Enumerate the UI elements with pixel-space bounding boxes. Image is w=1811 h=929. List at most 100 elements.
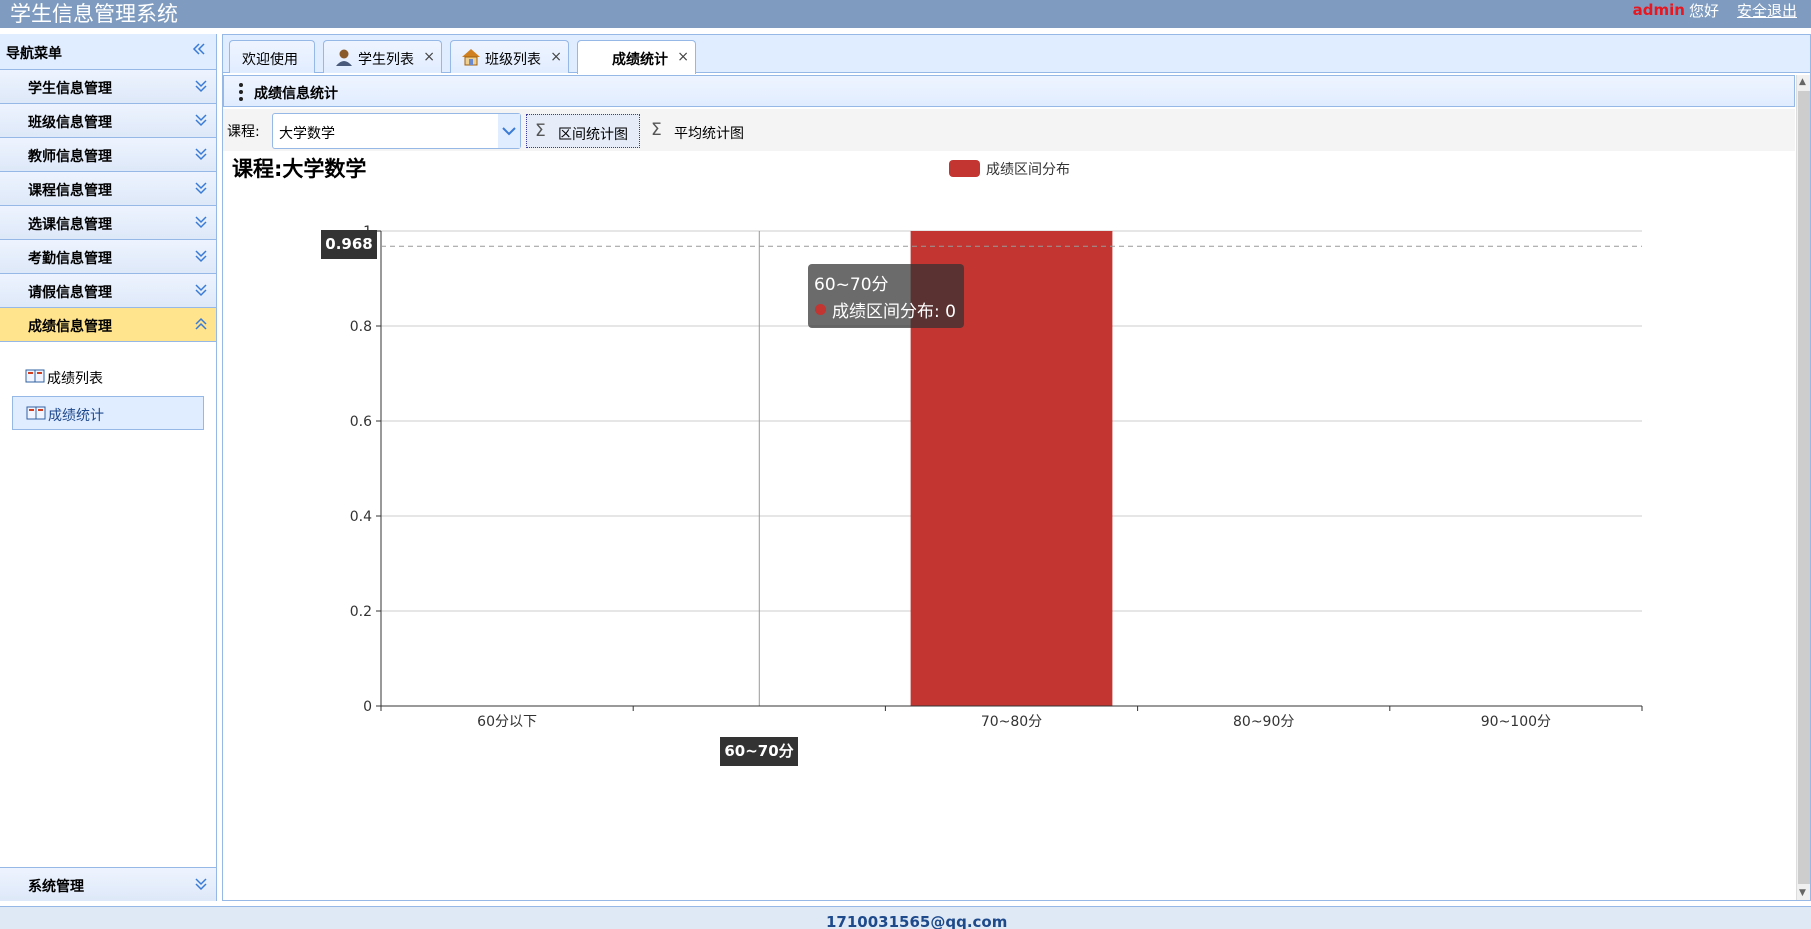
submenu-item-label: 成绩统计 — [48, 408, 104, 424]
sidebar-item-selection[interactable]: 选课信息管理 — [0, 206, 216, 240]
sidebar-item-label: 考勤信息管理 — [28, 251, 112, 267]
logout-link[interactable]: 安全退出 — [1737, 0, 1797, 21]
house-icon — [462, 49, 480, 66]
sigma-icon: Σ — [651, 120, 662, 140]
open-book-icon — [26, 406, 46, 420]
x-tick-label: 70~80分 — [981, 714, 1042, 730]
y-tick-label: 0.4 — [350, 509, 372, 525]
scroll-down-arrow-icon[interactable]: ▼ — [1799, 888, 1806, 898]
legend-label: 成绩区间分布 — [986, 162, 1070, 178]
chevron-double-down-icon — [195, 250, 207, 263]
footer-text: 1710031565@qq.com — [826, 913, 1008, 929]
chevron-double-down-icon — [195, 878, 207, 891]
tab-label: 成绩统计 — [612, 52, 668, 68]
sidebar-item-label: 学生信息管理 — [28, 81, 112, 97]
button-label: 区间统计图 — [558, 127, 628, 143]
tooltip-series-value: 0 — [945, 302, 956, 322]
score-submenu: 成绩列表 成绩统计 — [0, 342, 216, 871]
sigma-icon: Σ — [535, 121, 546, 141]
y-tick-label: 0.8 — [350, 319, 372, 335]
sidebar-item-label: 系统管理 — [28, 879, 84, 895]
y-tick-label: 0.6 — [350, 414, 372, 430]
average-chart-button[interactable]: Σ 平均统计图 — [643, 114, 757, 148]
chevron-double-down-icon — [195, 182, 207, 195]
chevron-double-down-icon — [195, 284, 207, 297]
sidebar: 导航菜单 学生信息管理 班级信息管理 教师信息管理 课程信息管理 选课信息管理 … — [0, 34, 217, 901]
chart-tooltip: 60~70分 成绩区间分布: 0 — [808, 264, 964, 328]
sidebar-item-student[interactable]: 学生信息管理 — [0, 70, 216, 104]
axis-pointer-x-label: 60~70分 — [720, 737, 798, 766]
course-select[interactable]: 大学数学 — [272, 113, 521, 149]
sidebar-header: 导航菜单 — [0, 34, 216, 70]
sidebar-item-label: 班级信息管理 — [28, 115, 112, 131]
sidebar-item-teacher[interactable]: 教师信息管理 — [0, 138, 216, 172]
chart-area: 00.20.40.60.8160分以下70~80分80~90分90~100分 课… — [223, 151, 1795, 900]
tab-student-list[interactable]: 学生列表 × — [323, 40, 442, 73]
sidebar-item-system[interactable]: 系统管理 — [0, 867, 216, 901]
y-tick-label: 0 — [363, 699, 372, 715]
scroll-up-arrow-icon[interactable]: ▲ — [1799, 77, 1806, 87]
open-book-icon — [25, 369, 45, 383]
close-icon[interactable]: × — [423, 49, 435, 65]
x-tick-label: 90~100分 — [1481, 714, 1551, 730]
sidebar-item-leave[interactable]: 请假信息管理 — [0, 274, 216, 308]
top-header: 学生信息管理系统 admin 您好 安全退出 — [0, 0, 1811, 28]
course-label: 课程: — [227, 124, 260, 140]
user-name: admin — [1632, 1, 1685, 19]
chevron-down-icon — [502, 127, 516, 136]
chevron-double-up-icon — [195, 317, 207, 330]
sidebar-item-label: 成绩信息管理 — [28, 319, 112, 335]
course-select-value: 大学数学 — [279, 126, 335, 142]
scroll-thumb[interactable] — [1798, 91, 1810, 884]
panel-title: 成绩信息统计 — [254, 86, 338, 102]
sidebar-item-label: 课程信息管理 — [28, 183, 112, 199]
sidebar-item-class[interactable]: 班级信息管理 — [0, 104, 216, 138]
app-title: 学生信息管理系统 — [10, 2, 178, 26]
tab-welcome[interactable]: 欢迎使用 — [229, 40, 315, 73]
close-icon[interactable]: × — [550, 49, 562, 65]
y-tick-label: 0.2 — [350, 604, 372, 620]
chart-title: 课程:大学数学 — [232, 157, 367, 181]
submenu-item-score-list[interactable]: 成绩列表 — [12, 360, 204, 394]
x-tick-label: 60分以下 — [477, 714, 537, 730]
tooltip-series-dot — [815, 304, 826, 315]
tab-score-stats[interactable]: 成绩统计 × — [577, 40, 696, 74]
user-icon — [336, 49, 352, 66]
tab-label: 欢迎使用 — [242, 52, 298, 68]
more-vertical-icon — [239, 83, 243, 101]
submenu-item-label: 成绩列表 — [47, 371, 103, 387]
tab-bar: 欢迎使用 学生列表 × 班级列表 × 成绩统计 × — [223, 35, 1810, 74]
axis-pointer-y-label: 0.968 — [321, 230, 377, 259]
tab-label: 班级列表 — [485, 52, 541, 68]
user-area: admin 您好 安全退出 — [1633, 0, 1797, 20]
bar-chart: 00.20.40.60.8160分以下70~80分80~90分90~100分 — [350, 224, 1643, 730]
main-content: 欢迎使用 学生列表 × 班级列表 × 成绩统计 × 成绩信息统计 课程: 大学数… — [222, 34, 1811, 901]
sidebar-item-label: 选课信息管理 — [28, 217, 112, 233]
tooltip-series-name: 成绩区间分布 — [832, 302, 934, 322]
sidebar-item-attendance[interactable]: 考勤信息管理 — [0, 240, 216, 274]
chevron-double-down-icon — [195, 216, 207, 229]
button-label: 平均统计图 — [674, 126, 744, 142]
sidebar-item-label: 请假信息管理 — [28, 285, 112, 301]
tab-label: 学生列表 — [358, 52, 414, 68]
sidebar-item-score[interactable]: 成绩信息管理 — [0, 308, 216, 342]
collapse-left-icon[interactable] — [192, 42, 206, 56]
tooltip-title: 60~70分 — [814, 275, 889, 295]
greeting-text: 您好 — [1688, 1, 1719, 20]
sidebar-title: 导航菜单 — [6, 46, 62, 62]
dropdown-arrow[interactable] — [498, 114, 520, 148]
sidebar-item-label: 教师信息管理 — [28, 149, 112, 165]
interval-chart-button[interactable]: Σ 区间统计图 — [526, 114, 640, 148]
tooltip-value: 成绩区间分布: 0 — [832, 302, 956, 322]
chevron-double-down-icon — [195, 148, 207, 161]
chevron-double-down-icon — [195, 114, 207, 127]
toolbar: 课程: 大学数学 Σ 区间统计图 Σ 平均统计图 — [223, 109, 1795, 151]
sidebar-item-course[interactable]: 课程信息管理 — [0, 172, 216, 206]
tab-class-list[interactable]: 班级列表 × — [450, 40, 569, 73]
footer: 1710031565@qq.com — [0, 906, 1811, 929]
vertical-scrollbar[interactable]: ▲ ▼ — [1796, 75, 1810, 900]
submenu-item-score-stats[interactable]: 成绩统计 — [12, 396, 204, 430]
chevron-double-down-icon — [195, 80, 207, 93]
close-icon[interactable]: × — [677, 49, 689, 65]
x-tick-label: 80~90分 — [1233, 714, 1294, 730]
